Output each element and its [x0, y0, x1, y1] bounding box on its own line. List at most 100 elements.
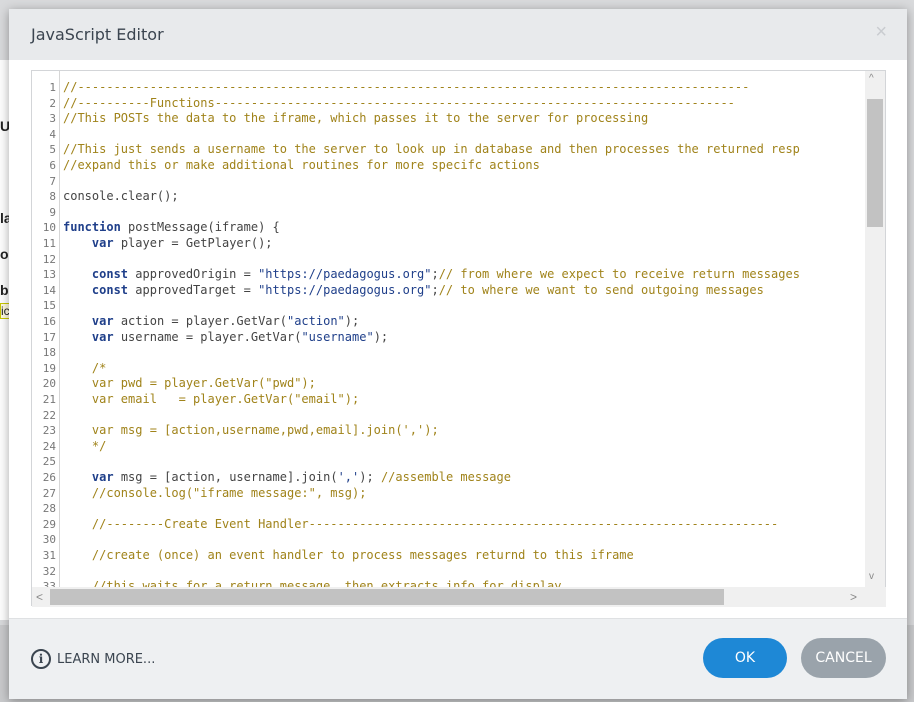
line-number: 13 — [42, 268, 56, 282]
close-icon[interactable]: × — [875, 21, 887, 44]
code-line[interactable]: 11 var player = GetPlayer(); — [32, 236, 866, 252]
code-token: //this waits for a return message, then … — [63, 579, 562, 587]
code-line[interactable]: 25 — [32, 454, 866, 470]
code-token: var pwd = player.GetVar("pwd"); — [63, 376, 316, 391]
info-icon: i — [31, 649, 51, 669]
line-number: 25 — [42, 455, 56, 469]
code-text: var player = GetPlayer(); — [63, 236, 273, 252]
line-number: 1 — [49, 81, 56, 94]
code-token: function — [63, 220, 121, 235]
code-line[interactable]: 6 //expand this or make additional routin… — [32, 158, 866, 174]
line-number: 33 — [42, 580, 56, 587]
code-line[interactable]: 30 — [32, 532, 866, 548]
dialog-header: JavaScript Editor × — [9, 9, 907, 60]
code-line[interactable]: 4 — [32, 127, 866, 143]
line-number: 24 — [42, 439, 56, 453]
code-line[interactable]: 16 var action = player.GetVar("action"); — [32, 314, 866, 330]
code-line[interactable]: 7 — [32, 174, 866, 190]
vertical-scroll-thumb[interactable] — [867, 99, 883, 227]
code-text: //console.log("iframe message:", msg); — [63, 485, 367, 502]
code-text: //create (once) an event handler to proc… — [63, 548, 634, 564]
code-line[interactable]: 26 var msg = [action, username].join(','… — [32, 470, 866, 486]
code-token: approvedTarget = — [128, 282, 259, 297]
code-line[interactable]: 32 — [32, 564, 866, 580]
code-line[interactable]: 18 — [32, 345, 866, 361]
code-line[interactable]: 14 const approvedTarget = "https://paeda… — [32, 283, 866, 299]
line-number: 9 — [49, 205, 56, 219]
code-text: var email = player.GetVar("email"); — [63, 392, 359, 408]
line-number: 31 — [42, 549, 56, 562]
code-editor[interactable]: 1 //-------------------------------------… — [31, 70, 886, 607]
ok-button[interactable]: OK — [703, 638, 787, 678]
scroll-up-icon[interactable]: ^ — [869, 73, 874, 84]
code-area[interactable]: 1 //-------------------------------------… — [32, 71, 866, 587]
code-line[interactable]: 10 function postMessage(iframe) { — [32, 220, 866, 236]
code-line[interactable]: 24 */ — [32, 439, 866, 455]
code-line[interactable]: 15 — [32, 298, 866, 314]
code-line[interactable]: 3 //This POSTs the data to the iframe, wh… — [32, 111, 866, 127]
code-token: var — [91, 329, 114, 344]
scroll-down-icon[interactable]: v — [869, 571, 874, 582]
cancel-button[interactable]: CANCEL — [801, 638, 886, 678]
code-line[interactable]: 12 — [32, 252, 866, 268]
code-token: //console.log("iframe message:", msg); — [63, 485, 367, 500]
code-line[interactable]: 28 — [32, 501, 866, 517]
javascript-editor-dialog: JavaScript Editor × 1 //-----------------… — [9, 9, 907, 699]
code-token: //--------Create Event Handler----------… — [63, 516, 779, 531]
code-text: /* — [63, 361, 106, 377]
code-line[interactable]: 27 //console.log("iframe message:", msg)… — [32, 486, 866, 502]
code-text: //This POSTs the data to the iframe, whi… — [63, 111, 648, 127]
code-line[interactable]: 31 //create (once) an event handler to p… — [32, 548, 866, 564]
code-line[interactable]: 2 //----------Functions------------------… — [32, 96, 866, 112]
code-text: //----------Functions-------------------… — [63, 96, 735, 112]
dialog-title: JavaScript Editor — [31, 25, 164, 44]
code-token: // to where we want to send outgoing mes… — [438, 282, 764, 297]
code-token: "https://paedagogus.org" — [258, 282, 432, 297]
code-text: const approvedOrigin = "https://paedagog… — [63, 267, 800, 283]
line-number: 3 — [49, 112, 56, 126]
line-number: 17 — [42, 330, 56, 344]
code-text: //--------Create Event Handler----------… — [63, 517, 778, 533]
code-line[interactable]: 13 const approvedOrigin = "https://paeda… — [32, 267, 866, 283]
code-token: var — [91, 314, 114, 328]
code-line[interactable]: 9 — [32, 205, 866, 221]
code-line[interactable]: 29 //--------Create Event Handler-------… — [32, 517, 866, 533]
line-number: 6 — [49, 159, 56, 172]
code-line[interactable]: 19 /* — [32, 361, 866, 377]
code-line[interactable]: 23 var msg = [action,username,pwd,email]… — [32, 423, 866, 439]
vertical-scrollbar[interactable]: ^ v — [865, 71, 885, 587]
line-number: 23 — [42, 424, 56, 438]
code-token: //assemble message — [380, 470, 511, 484]
code-token: /* — [63, 360, 107, 375]
scroll-left-icon[interactable]: < — [36, 590, 43, 604]
code-line[interactable]: 17 var username = player.GetVar("usernam… — [32, 330, 866, 346]
line-number: 26 — [42, 471, 56, 484]
line-number: 10 — [42, 221, 56, 235]
code-text: const approvedTarget = "https://paedagog… — [63, 283, 764, 299]
code-token: //----------Functions-------------------… — [63, 95, 735, 110]
code-line[interactable]: 21 var email = player.GetVar("email"); — [32, 392, 866, 408]
line-number: 27 — [42, 486, 56, 500]
code-line[interactable]: 5 //This just sends a username to the ser… — [32, 142, 866, 158]
code-line[interactable]: 20 var pwd = player.GetVar("pwd"); — [32, 376, 866, 392]
code-line[interactable]: 8 console.clear(); — [32, 189, 866, 205]
line-number: 22 — [42, 408, 56, 422]
code-token: "action" — [286, 314, 345, 328]
code-token: //This POSTs the data to the iframe, whi… — [63, 111, 649, 126]
code-token: var — [91, 470, 114, 484]
line-number: 30 — [42, 533, 56, 547]
horizontal-scrollbar[interactable]: < > — [32, 587, 866, 607]
code-line[interactable]: 1 //-------------------------------------… — [32, 80, 866, 96]
code-token: approvedOrigin = — [128, 267, 259, 282]
line-number: 18 — [42, 346, 56, 360]
code-token: ; — [431, 267, 439, 282]
scroll-right-icon[interactable]: > — [850, 590, 857, 604]
horizontal-scroll-thumb[interactable] — [50, 589, 724, 605]
code-text: console.clear(); — [63, 189, 179, 205]
code-line[interactable]: 22 — [32, 408, 866, 424]
code-line[interactable]: 33 //this waits for a return message, th… — [32, 579, 866, 587]
code-text: function postMessage(iframe) { — [63, 220, 280, 236]
learn-more-link[interactable]: i LEARN MORE... — [31, 649, 155, 669]
